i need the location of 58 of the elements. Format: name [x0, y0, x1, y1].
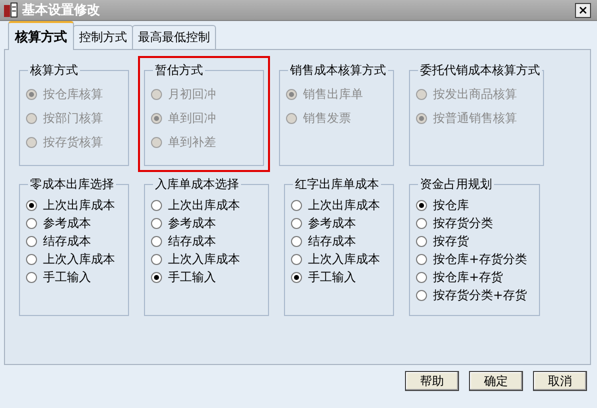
- radio-button[interactable]: [151, 236, 162, 246]
- group-title: 核算方式: [29, 62, 79, 79]
- close-button[interactable]: ×: [575, 2, 591, 18]
- radio-option[interactable]: 参考成本: [151, 215, 216, 231]
- radio-button[interactable]: [26, 236, 37, 246]
- tab[interactable]: 最高最低控制: [132, 25, 216, 49]
- radio-option[interactable]: 按存货: [416, 233, 469, 249]
- app-icon: [3, 2, 19, 18]
- dialog-button[interactable]: 取消: [533, 371, 587, 391]
- window-title: 基本设置修改: [22, 2, 101, 19]
- radio-option[interactable]: 上次入库成本: [291, 251, 380, 267]
- radio-button[interactable]: [416, 272, 427, 282]
- dialog-button[interactable]: 确定: [469, 371, 523, 391]
- radio-button[interactable]: [416, 254, 427, 264]
- radio-button[interactable]: [291, 200, 302, 210]
- radio-option[interactable]: 上次入库成本: [151, 251, 240, 267]
- radio-button[interactable]: [291, 218, 302, 228]
- group-title: 入库单成本选择: [154, 176, 240, 193]
- group-title: 零成本出库选择: [29, 176, 115, 193]
- radio-option[interactable]: 手工输入: [291, 269, 356, 285]
- radio-button[interactable]: [151, 218, 162, 228]
- radio-option[interactable]: 上次出库成本: [151, 197, 240, 213]
- radio-option[interactable]: 手工输入: [26, 269, 91, 285]
- dialog-button[interactable]: 帮助: [405, 371, 459, 391]
- radio-option[interactable]: 上次出库成本: [26, 197, 115, 213]
- radio-button[interactable]: [26, 218, 37, 228]
- radio-button[interactable]: [291, 236, 302, 246]
- radio-option[interactable]: 参考成本: [291, 215, 356, 231]
- radio-option[interactable]: 手工输入: [151, 269, 216, 285]
- group-title: 暂估方式: [154, 62, 204, 79]
- radio-option[interactable]: 按存货分类: [416, 215, 493, 231]
- radio-option[interactable]: 上次出库成本: [291, 197, 380, 213]
- radio-button[interactable]: [416, 236, 427, 246]
- radio-button[interactable]: [416, 218, 427, 228]
- group-title: 资金占用规划: [419, 176, 493, 193]
- radio-button[interactable]: [26, 272, 37, 282]
- tab[interactable]: 核算方式: [8, 21, 74, 50]
- radio-button[interactable]: [26, 200, 37, 210]
- group-title: 销售成本核算方式: [289, 62, 387, 79]
- radio-option[interactable]: 上次入库成本: [26, 251, 115, 267]
- radio-option[interactable]: 结存成本: [291, 233, 356, 249]
- radio-button[interactable]: [291, 254, 302, 264]
- radio-button[interactable]: [151, 200, 162, 210]
- radio-button[interactable]: [291, 272, 302, 282]
- radio-option[interactable]: 结存成本: [151, 233, 216, 249]
- group-title: 委托代销成本核算方式: [419, 62, 541, 79]
- radio-button[interactable]: [416, 200, 427, 210]
- radio-option[interactable]: 按存货分类+存货: [416, 287, 528, 303]
- radio-option[interactable]: 按仓库: [416, 197, 469, 213]
- radio-button[interactable]: [26, 254, 37, 264]
- radio-button[interactable]: [416, 290, 427, 300]
- radio-option[interactable]: 参考成本: [26, 215, 91, 231]
- radio-button[interactable]: [151, 272, 162, 282]
- radio-option[interactable]: 按仓库+存货: [416, 269, 504, 285]
- radio-button[interactable]: [151, 254, 162, 264]
- group-title: 红字出库单成本: [294, 176, 380, 193]
- radio-option[interactable]: 结存成本: [26, 233, 91, 249]
- radio-option[interactable]: 按仓库+存货分类: [416, 251, 528, 267]
